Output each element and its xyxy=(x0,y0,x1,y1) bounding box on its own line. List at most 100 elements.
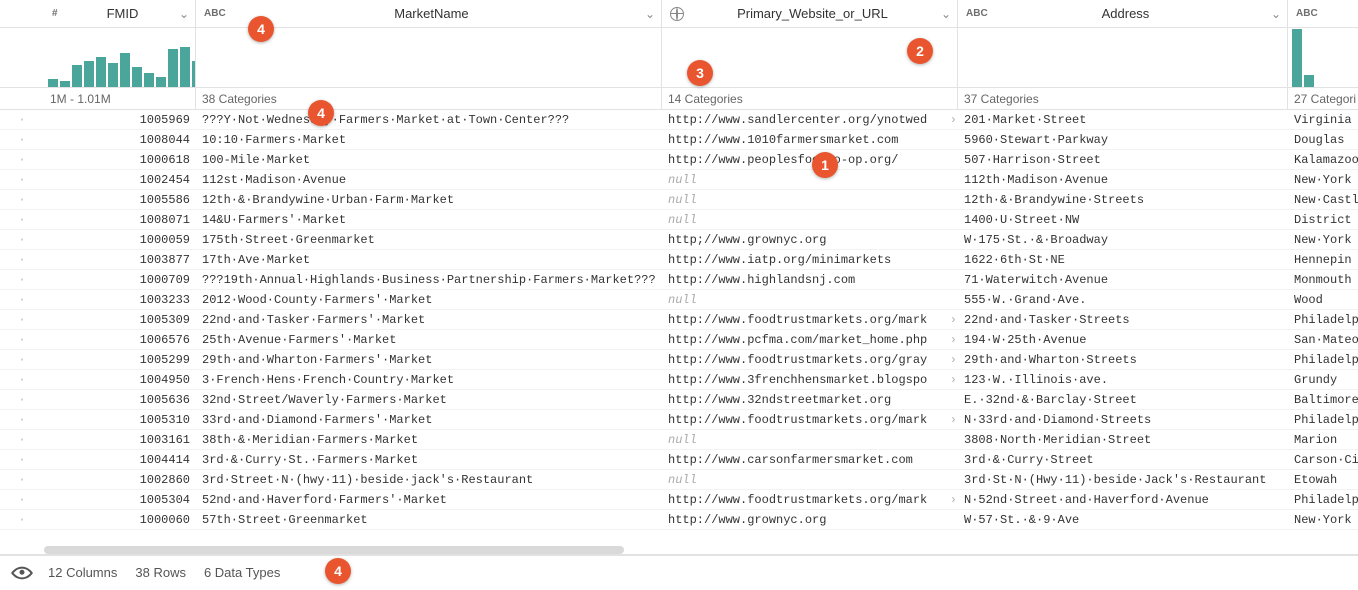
row-handle[interactable]: · xyxy=(0,453,44,467)
cell-extra[interactable]: Philadelp xyxy=(1288,350,1358,369)
cell-fmid[interactable]: 1005969 xyxy=(44,110,196,129)
cell-extra[interactable]: Carson·Ci xyxy=(1288,450,1358,469)
cell-extra[interactable]: Douglas xyxy=(1288,130,1358,149)
cell-url[interactable]: http://www.foodtrustmarkets.org/gray› xyxy=(662,350,958,369)
cell-fmid[interactable]: 1004950 xyxy=(44,370,196,389)
row-handle[interactable]: · xyxy=(0,433,44,447)
cell-marketname[interactable]: 52nd·and·Haverford·Farmers'·Market xyxy=(196,490,662,509)
cell-url[interactable]: http://www.sandlercenter.org/ynotwed› xyxy=(662,110,958,129)
cell-address[interactable]: 29th·and·Wharton·Streets xyxy=(958,350,1288,369)
row-handle[interactable]: · xyxy=(0,273,44,287)
cell-marketname[interactable]: 3rd·&·Curry·St.·Farmers·Market xyxy=(196,450,662,469)
table-row[interactable]: ·100657625th·Avenue·Farmers'·Markethttp:… xyxy=(0,330,1358,350)
table-row[interactable]: ·100006057th·Street·Greenmarkethttp://ww… xyxy=(0,510,1358,530)
cell-marketname[interactable]: 112st·Madison·Avenue xyxy=(196,170,662,189)
cell-marketname[interactable]: 10:10·Farmers·Market xyxy=(196,130,662,149)
cell-fmid[interactable]: 1002860 xyxy=(44,470,196,489)
row-handle[interactable]: · xyxy=(0,373,44,387)
cell-extra[interactable]: Philadelp xyxy=(1288,310,1358,329)
row-handle[interactable]: · xyxy=(0,213,44,227)
row-handle[interactable]: · xyxy=(0,133,44,147)
cell-url[interactable]: null xyxy=(662,210,958,229)
cell-fmid[interactable]: 1005299 xyxy=(44,350,196,369)
cell-url[interactable]: null xyxy=(662,430,958,449)
table-row[interactable]: ·100530922nd·and·Tasker·Farmers'·Marketh… xyxy=(0,310,1358,330)
column-header-address[interactable]: ABC Address ⌄ xyxy=(958,0,1288,27)
cell-url[interactable]: http://www.1010farmersmarket.com xyxy=(662,130,958,149)
row-handle[interactable]: · xyxy=(0,493,44,507)
cell-marketname[interactable]: 100-Mile·Market xyxy=(196,150,662,169)
cell-extra[interactable]: New·York xyxy=(1288,230,1358,249)
cell-fmid[interactable]: 1003161 xyxy=(44,430,196,449)
histogram-extra[interactable] xyxy=(1288,28,1358,87)
row-handle[interactable]: · xyxy=(0,513,44,527)
row-handle[interactable]: · xyxy=(0,333,44,347)
cell-extra[interactable]: Monmouth xyxy=(1288,270,1358,289)
cell-extra[interactable]: New·York xyxy=(1288,170,1358,189)
cell-url[interactable]: http://www.peoplesfoodco-op.org/ xyxy=(662,150,958,169)
row-handle[interactable]: · xyxy=(0,233,44,247)
cell-url[interactable]: http://www.iatp.org/minimarkets xyxy=(662,250,958,269)
cell-marketname[interactable]: 3rd·Street·N·(hwy·11)·beside·jack's·Rest… xyxy=(196,470,662,489)
cell-url[interactable]: http://www.carsonfarmersmarket.com xyxy=(662,450,958,469)
row-handle[interactable]: · xyxy=(0,413,44,427)
cell-extra[interactable]: San·Mateo xyxy=(1288,330,1358,349)
row-handle[interactable]: · xyxy=(0,153,44,167)
cell-marketname[interactable]: 32nd·Street/Waverly·Farmers·Market xyxy=(196,390,662,409)
cell-address[interactable]: 123·W.·Illinois·ave. xyxy=(958,370,1288,389)
cell-marketname[interactable]: ???19th·Annual·Highlands·Business·Partne… xyxy=(196,270,662,289)
cell-url[interactable]: http://www.grownyc.org xyxy=(662,510,958,529)
cell-fmid[interactable]: 1005309 xyxy=(44,310,196,329)
cell-marketname[interactable]: 22nd·and·Tasker·Farmers'·Market xyxy=(196,310,662,329)
cell-address[interactable]: 112th·Madison·Avenue xyxy=(958,170,1288,189)
cell-extra[interactable]: Philadelp xyxy=(1288,490,1358,509)
cell-marketname[interactable]: 12th·&·Brandywine·Urban·Farm·Market xyxy=(196,190,662,209)
cell-fmid[interactable]: 1003233 xyxy=(44,290,196,309)
table-row[interactable]: ·1000059175th·Street·Greenmarkethttp;//w… xyxy=(0,230,1358,250)
cell-address[interactable]: 3808·North·Meridian·Street xyxy=(958,430,1288,449)
cell-url[interactable]: http://www.3frenchhensmarket.blogspo› xyxy=(662,370,958,389)
table-row[interactable]: ·1005969???Y·Not·Wednesday·Farmers·Marke… xyxy=(0,110,1358,130)
column-header-extra[interactable]: ABC xyxy=(1288,0,1358,27)
cell-marketname[interactable]: 3·French·Hens·French·Country·Market xyxy=(196,370,662,389)
cell-marketname[interactable]: 33rd·and·Diamond·Farmers'·Market xyxy=(196,410,662,429)
cell-fmid[interactable]: 1002454 xyxy=(44,170,196,189)
histogram-fmid[interactable] xyxy=(44,28,196,87)
cell-address[interactable]: E.·32nd·&·Barclay·Street xyxy=(958,390,1288,409)
cell-url[interactable]: http://www.highlandsnj.com xyxy=(662,270,958,289)
cell-address[interactable]: 507·Harrison·Street xyxy=(958,150,1288,169)
table-row[interactable]: ·10032332012·Wood·County·Farmers'·Market… xyxy=(0,290,1358,310)
cell-address[interactable]: 555·W.·Grand·Ave. xyxy=(958,290,1288,309)
cell-fmid[interactable]: 1006576 xyxy=(44,330,196,349)
cell-address[interactable]: 194·W·25th·Avenue xyxy=(958,330,1288,349)
cell-address[interactable]: 12th·&·Brandywine·Streets xyxy=(958,190,1288,209)
cell-address[interactable]: 22nd·and·Tasker·Streets xyxy=(958,310,1288,329)
row-handle[interactable]: · xyxy=(0,353,44,367)
cell-address[interactable]: N·52nd·Street·and·Haverford·Avenue xyxy=(958,490,1288,509)
cell-fmid[interactable]: 1003877 xyxy=(44,250,196,269)
cell-fmid[interactable]: 1008071 xyxy=(44,210,196,229)
cell-fmid[interactable]: 1008044 xyxy=(44,130,196,149)
cell-fmid[interactable]: 1000059 xyxy=(44,230,196,249)
cell-marketname[interactable]: 25th·Avenue·Farmers'·Market xyxy=(196,330,662,349)
cell-fmid[interactable]: 1000618 xyxy=(44,150,196,169)
table-row[interactable]: ·100804410:10·Farmers·Markethttp://www.1… xyxy=(0,130,1358,150)
cell-marketname[interactable]: 14&U·Farmers'·Market xyxy=(196,210,662,229)
cell-address[interactable]: 3rd·St·N·(Hwy·11)·beside·Jack's·Restaura… xyxy=(958,470,1288,489)
cell-url[interactable]: http://www.foodtrustmarkets.org/mark› xyxy=(662,410,958,429)
table-row[interactable]: ·1002454112st·Madison·Avenuenull112th·Ma… xyxy=(0,170,1358,190)
cell-marketname[interactable]: 2012·Wood·County·Farmers'·Market xyxy=(196,290,662,309)
histogram-address[interactable] xyxy=(958,28,1288,87)
table-row[interactable]: ·100316138th·&·Meridian·Farmers·Marketnu… xyxy=(0,430,1358,450)
table-row[interactable]: ·1000709???19th·Annual·Highlands·Busines… xyxy=(0,270,1358,290)
cell-marketname[interactable]: ???Y·Not·Wednesday·Farmers·Market·at·Tow… xyxy=(196,110,662,129)
data-body[interactable]: ·1005969???Y·Not·Wednesday·Farmers·Marke… xyxy=(0,110,1358,554)
table-row[interactable]: ·100531033rd·and·Diamond·Farmers'·Market… xyxy=(0,410,1358,430)
row-handle[interactable]: · xyxy=(0,313,44,327)
cell-extra[interactable]: Philadelp xyxy=(1288,410,1358,429)
horizontal-scrollbar[interactable] xyxy=(44,546,624,554)
column-menu-icon[interactable]: ⌄ xyxy=(639,7,661,21)
column-menu-icon[interactable]: ⌄ xyxy=(935,7,957,21)
table-row[interactable]: ·100529929th·and·Wharton·Farmers'·Market… xyxy=(0,350,1358,370)
cell-url[interactable]: http://www.foodtrustmarkets.org/mark› xyxy=(662,490,958,509)
